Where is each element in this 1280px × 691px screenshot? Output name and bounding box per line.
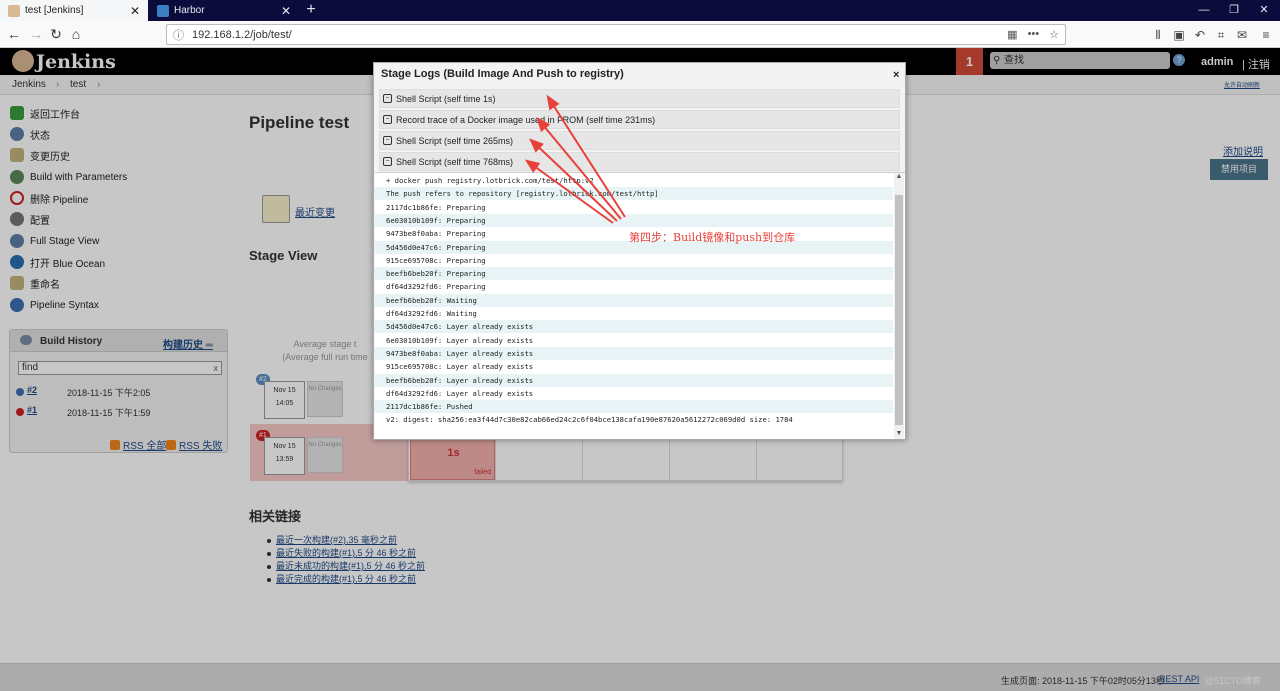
site-info-icon[interactable]: ⓘ [173,27,184,43]
scrollbar-thumb[interactable] [895,195,903,425]
log-step[interactable]: − Shell Script (self time 265ms) [379,131,900,150]
collapse-icon[interactable]: − [383,157,392,166]
library-icon[interactable]: ⫴ [1150,27,1166,43]
browser-toolbar: ← → ↻ ⌂ ⓘ 192.168.1.2/job/test/ ▦ ••• ☆ … [0,21,1280,48]
log-line: + docker push registry.lotbrick.com/test… [386,176,594,185]
harbor-favicon-icon [157,4,169,17]
browser-tab-bar: test [Jenkins] ✕ Harbor ✕ + — ❐ ✕ [0,0,1280,21]
log-step-label: Record trace of a Docker image used in F… [396,114,656,125]
log-line: 2117dc1b86fe: Preparing [386,202,486,212]
minimize-button[interactable]: — [1189,0,1219,21]
log-line: 915ce695708c: Layer already exists [386,362,534,372]
log-line: 915ce695708c: Preparing [386,255,486,265]
maximize-button[interactable]: ❐ [1219,0,1249,21]
bookmark-star-icon[interactable]: ☆ [1049,28,1059,41]
undo-icon[interactable]: ↶ [1192,27,1208,43]
sidebar-icon[interactable]: ▣ [1171,27,1187,43]
log-line: beefb6beb20f: Waiting [375,293,893,307]
collapse-icon[interactable]: − [383,136,392,145]
log-line: df64d3292fd6: Waiting [386,309,477,318]
chat-icon[interactable]: ✉ [1234,27,1250,43]
collapse-icon[interactable]: − [383,94,392,103]
tab-label: test [Jenkins] [25,5,84,16]
tab-harbor[interactable]: Harbor ✕ [149,0,299,21]
tab-jenkins[interactable]: test [Jenkins] ✕ [0,0,148,21]
annotation-text: 第四步：Build镜像和push到仓库 [629,231,796,244]
log-step-label: Shell Script (self time 1s) [396,93,496,104]
scroll-up-icon[interactable]: ▲ [894,173,904,180]
log-line: beefb6beb20f: Preparing [375,267,893,281]
stage-logs-dialog: Stage Logs (Build Image And Push to regi… [373,62,906,440]
forward-arrow-icon[interactable]: → [26,24,46,44]
close-tab-icon[interactable]: ✕ [281,5,291,17]
crop-icon[interactable]: ⌗ [1213,27,1229,43]
log-line: 2117dc1b86fe: Pushed [375,400,893,414]
log-scrollbar[interactable]: ▲ ▼ [894,173,904,439]
log-line: 5d456d0e47c6: Layer already exists [375,320,893,334]
url-text: 192.168.1.2/job/test/ [192,28,292,41]
page-actions-icon[interactable]: ••• [1028,28,1040,41]
log-step-label: Shell Script (self time 265ms) [396,135,514,146]
close-tab-icon[interactable]: ✕ [130,5,140,17]
menu-icon[interactable]: ≡ [1258,27,1274,43]
log-step-label: Shell Script (self time 768ms) [396,156,514,167]
scroll-down-icon[interactable]: ▼ [894,430,904,437]
back-arrow-icon[interactable]: ← [4,24,24,44]
log-step[interactable]: − Shell Script (self time 768ms) [379,152,900,171]
home-icon[interactable]: ⌂ [66,24,86,44]
log-line: df64d3292fd6: Preparing [386,282,486,292]
log-line: 6e03010b109f: Layer already exists [386,335,534,345]
log-line: 9473be8f0aba: Layer already exists [375,346,893,360]
reload-icon[interactable]: ↻ [46,24,66,44]
url-bar[interactable]: ⓘ 192.168.1.2/job/test/ ▦ ••• ☆ [166,24,1066,45]
log-line: 6e03010b109f: Preparing [375,213,893,227]
log-step[interactable]: − Record trace of a Docker image used in… [379,110,900,129]
log-line: v2: digest: sha256:ea3f44d7c30e82cab66ed… [386,415,793,425]
window-close-button[interactable]: ✕ [1249,0,1279,21]
log-line: The push refers to repository [registry.… [375,187,893,201]
log-step[interactable]: − Shell Script (self time 1s) [379,89,900,108]
qr-code-icon[interactable]: ▦ [1007,28,1017,41]
log-line: df64d3292fd6: Layer already exists [386,388,534,398]
log-output[interactable]: + docker push registry.lotbrick.com/test… [375,172,905,439]
jenkins-favicon-icon [8,4,20,17]
log-line: beefb6beb20f: Layer already exists [375,373,893,387]
tab-label: Harbor [174,5,205,16]
new-tab-button[interactable]: + [301,0,321,21]
dialog-title: Stage Logs (Build Image And Push to regi… [381,68,624,80]
close-icon[interactable]: × [893,69,899,81]
collapse-icon[interactable]: − [383,115,392,124]
